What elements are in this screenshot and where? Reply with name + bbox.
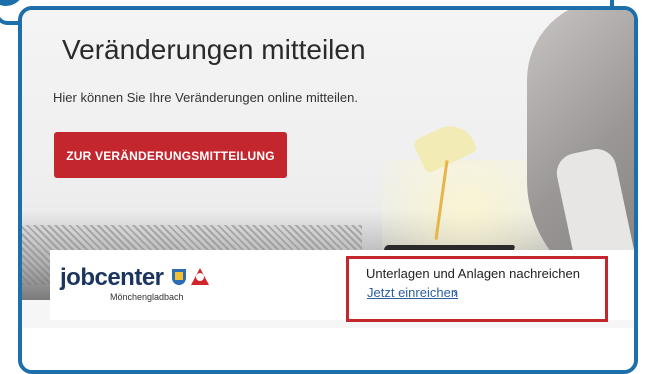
change-notification-button[interactable]: ZUR VERÄNDERUNGSMITTEILUNG — [54, 132, 287, 178]
lower-content-area — [22, 328, 634, 370]
submit-now-link[interactable]: Jetzt einreichen — [367, 285, 458, 300]
city-crest-icon — [172, 269, 186, 285]
chevron-right-icon: › — [453, 285, 458, 300]
step-badge-icon — [0, 0, 24, 6]
jobcenter-logo-city: Mönchengladbach — [110, 292, 184, 302]
upload-info-bar: jobcenter Mönchengladbach Unterlagen und… — [50, 250, 634, 322]
jobcenter-logo-word: jobcenter — [60, 264, 164, 291]
page-title: Veränderungen mitteilen — [62, 34, 366, 65]
agency-logo-icon — [191, 268, 209, 285]
upload-title: Unterlagen und Anlagen nachreichen — [366, 266, 580, 281]
jobcenter-logo[interactable]: jobcenter Mönchengladbach — [60, 266, 240, 306]
page-lead-text: Hier können Sie Ihre Veränderungen onlin… — [53, 90, 358, 105]
screenshot-frame: Veränderungen mitteilen Hier können Sie … — [18, 6, 638, 374]
